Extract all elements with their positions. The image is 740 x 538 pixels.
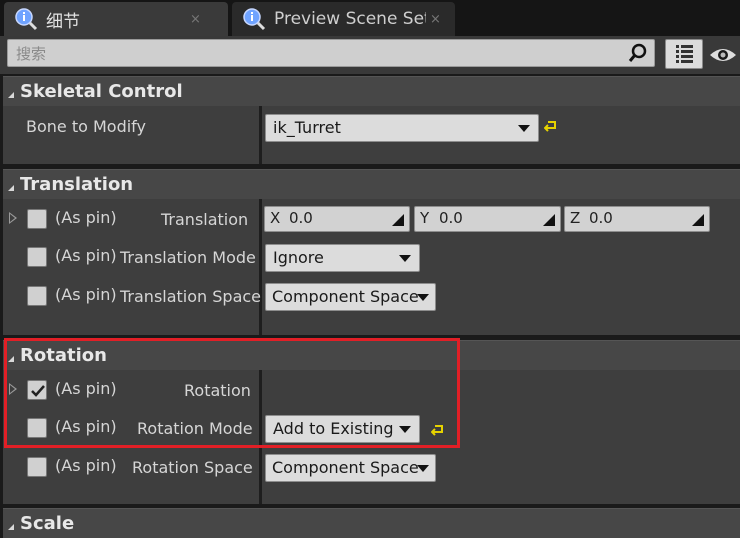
as-pin-checkbox[interactable] [27,380,47,400]
section-header-scale[interactable]: Scale [3,508,740,538]
rotation-mode-dropdown[interactable]: Add to Existing [265,415,420,443]
as-pin-label: (As pin) [55,379,117,398]
search-row [0,36,740,74]
translation-y-field[interactable]: Y 0.0 [414,206,561,232]
as-pin-checkbox[interactable] [27,418,47,438]
section-title: Scale [20,513,75,534]
tab-preview-close-icon[interactable]: × [430,12,441,27]
translation-mode-dropdown[interactable]: Ignore [265,244,420,272]
tab-details-label: 细节 [46,11,80,32]
rotation-space-label: Rotation Space [132,458,253,477]
reset-to-default-icon[interactable] [430,422,445,436]
chevron-down-icon [399,426,411,433]
as-pin-checkbox[interactable] [27,286,47,306]
tab-bar: 细节 × Preview Scene Sett × [0,0,740,36]
expand-arrow-icon[interactable] [9,383,17,395]
rotation-mode-value: Add to Existing [273,419,394,438]
axis-x-label: X [270,209,281,227]
collapse-triangle-icon [8,86,14,98]
tab-preview-scene-settings[interactable]: Preview Scene Sett × [232,2,455,36]
rotation-space-dropdown[interactable]: Component Space [265,454,436,482]
translation-label: Translation [161,210,249,229]
eye-icon[interactable] [708,44,738,66]
bone-to-modify-value: ik_Turret [273,118,341,137]
section-title: Rotation [20,345,107,366]
rotation-mode-label: Rotation Mode [137,419,253,438]
as-pin-label: (As pin) [55,246,117,265]
column-divider[interactable] [259,106,262,164]
section-body-translation: (As pin) Translation X 0.0 Y 0.0 Z 0.0 (… [3,199,740,335]
property-row-translation-mode: (As pin) Translation Mode Ignore [3,239,740,277]
translation-z-field[interactable]: Z 0.0 [564,206,710,232]
section-body-rotation: (As pin) Rotation (As pin) Rotation Mode… [3,370,740,504]
chevron-down-icon [518,125,530,132]
view-options-button[interactable] [665,39,703,69]
section-header-translation[interactable]: Translation [3,169,740,199]
translation-z-value: 0.0 [589,209,613,227]
translation-mode-label: Translation Mode [120,248,256,267]
checkmark-icon [31,385,45,397]
as-pin-label: (As pin) [55,456,117,475]
reset-to-default-icon[interactable] [543,118,558,132]
bone-to-modify-label: Bone to Modify [26,117,146,136]
section-body-skeletal-control: Bone to Modify ik_Turret [3,106,740,164]
section-header-skeletal-control[interactable]: Skeletal Control [3,76,740,106]
as-pin-label: (As pin) [55,208,117,227]
tab-details[interactable]: 细节 × [4,2,228,36]
translation-y-value: 0.0 [439,209,463,227]
section-header-rotation[interactable]: Rotation [3,340,740,370]
rotation-space-value: Component Space [272,458,419,477]
search-box [7,39,655,67]
chevron-down-icon [417,465,429,472]
expand-arrow-icon[interactable] [9,212,17,224]
details-info-icon [14,7,38,31]
axis-z-label: Z [570,209,581,227]
section-title: Translation [20,174,134,195]
property-row-rotation: (As pin) Rotation [3,372,740,410]
collapse-triangle-icon [8,350,14,362]
chevron-down-icon [417,294,429,301]
section-title: Skeletal Control [20,81,183,102]
tab-preview-label: Preview Scene Sett [274,9,426,29]
chevron-down-icon [399,255,411,262]
bone-to-modify-dropdown[interactable]: ik_Turret [265,114,539,142]
as-pin-checkbox[interactable] [27,247,47,267]
translation-x-field[interactable]: X 0.0 [264,206,410,232]
as-pin-checkbox[interactable] [27,209,47,229]
translation-space-dropdown[interactable]: Component Space [265,283,436,311]
as-pin-label: (As pin) [55,285,117,304]
collapse-triangle-icon [8,179,14,191]
translation-x-value: 0.0 [289,209,313,227]
drag-handle-icon[interactable] [392,212,404,226]
translation-space-label: Translation Space [120,287,262,306]
translation-mode-value: Ignore [273,248,324,267]
property-row-rotation-mode: (As pin) Rotation Mode Add to Existing [3,410,740,448]
collapse-triangle-icon [8,518,14,530]
translation-space-value: Component Space [272,287,419,306]
as-pin-label: (As pin) [55,417,117,436]
property-row-translation-space: (As pin) Translation Space Component Spa… [3,278,740,316]
tab-details-close-icon[interactable]: × [190,12,201,27]
drag-handle-icon[interactable] [692,212,704,226]
property-row-rotation-space: (As pin) Rotation Space Component Space [3,449,740,487]
as-pin-checkbox[interactable] [27,457,47,477]
axis-y-label: Y [420,209,430,227]
search-icon[interactable] [628,43,648,63]
search-input[interactable] [14,42,618,66]
drag-handle-icon[interactable] [543,212,555,226]
preview-info-icon [242,7,266,31]
rotation-label: Rotation [184,381,251,400]
property-row-translation: (As pin) Translation X 0.0 Y 0.0 Z 0.0 [3,201,740,239]
